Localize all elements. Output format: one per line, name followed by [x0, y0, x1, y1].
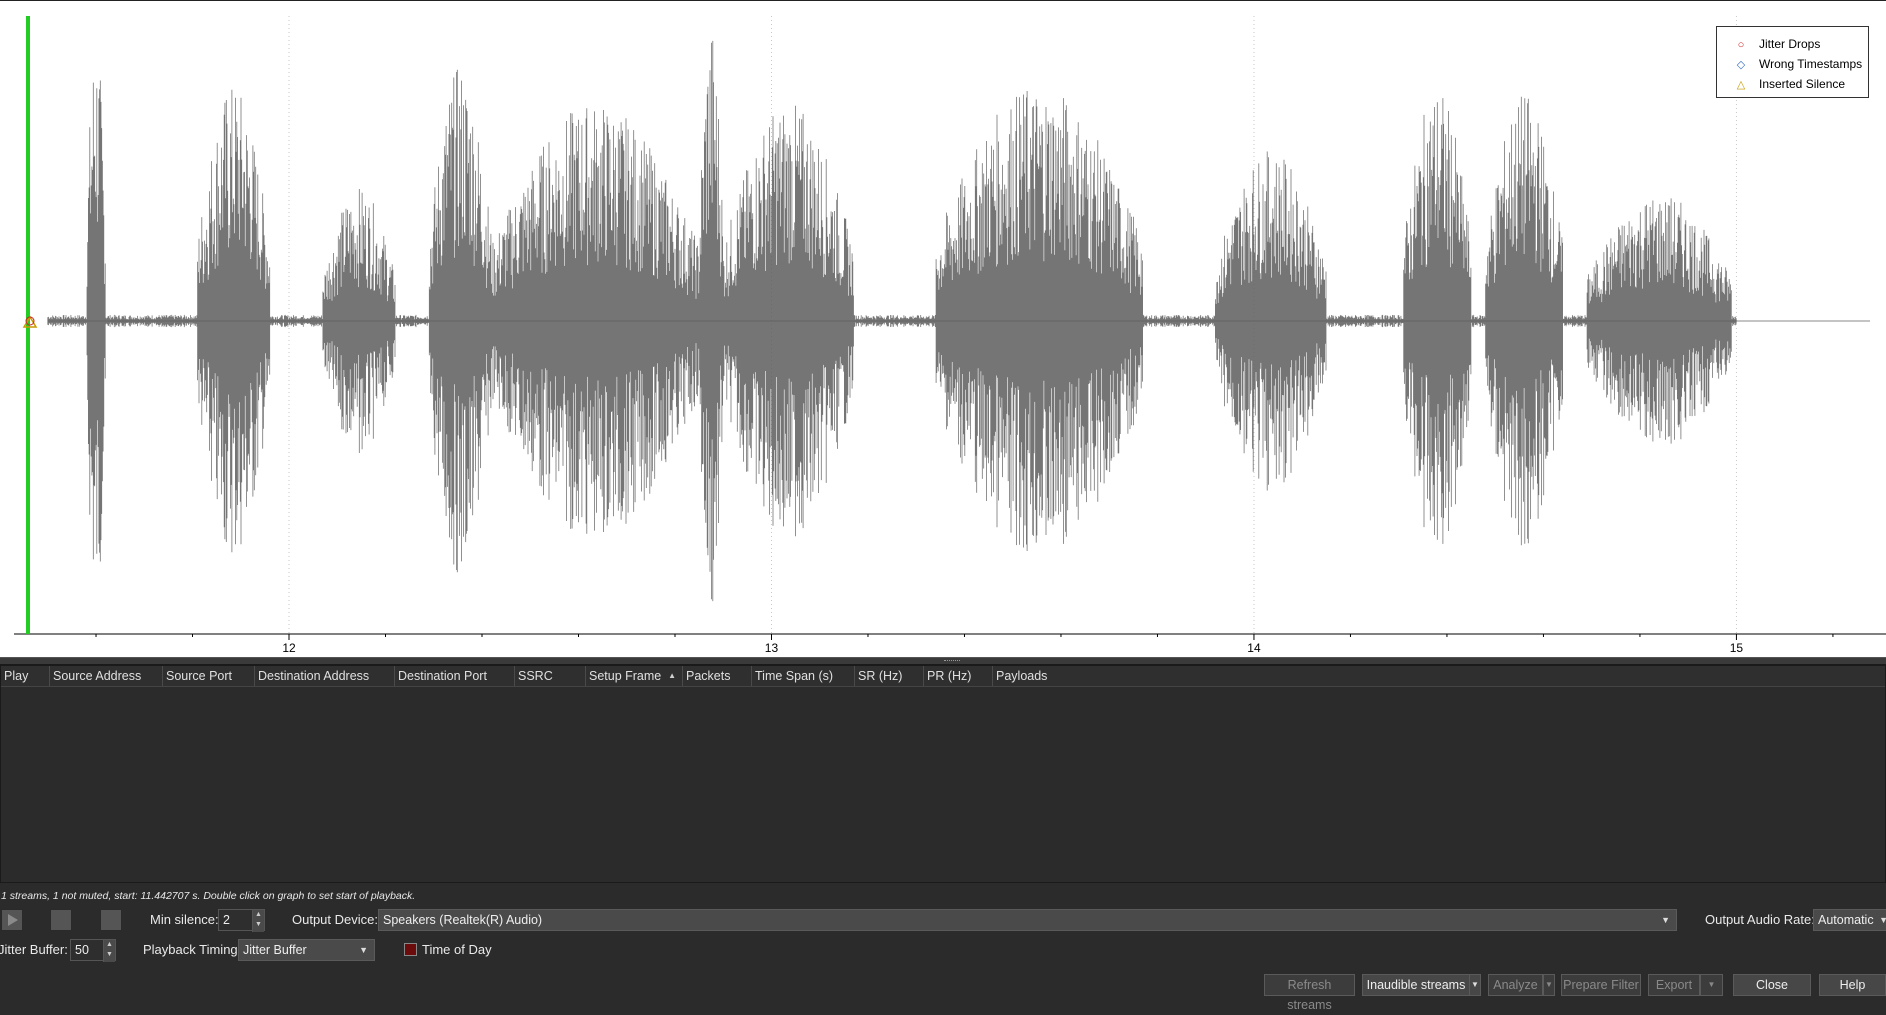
splitter-handle[interactable] — [0, 657, 1886, 665]
column-header-play[interactable]: Play — [1, 666, 50, 686]
play-icon — [8, 914, 18, 926]
min-silence-value: 2 — [223, 913, 230, 927]
min-silence-label: Min silence: — [150, 912, 219, 927]
x-tick-label: 15 — [1730, 641, 1744, 655]
help-button[interactable]: Help — [1819, 974, 1886, 996]
analyze-button[interactable]: Analyze — [1488, 974, 1543, 996]
legend-label: Jitter Drops — [1759, 37, 1821, 51]
timing-controls-row: Jitter Buffer: 50 ▲ ▼ Playback Timing: Ji… — [0, 939, 1886, 967]
column-header-source-address[interactable]: Source Address — [50, 666, 163, 686]
column-header-setup-frame[interactable]: Setup Frame ▲ — [586, 666, 683, 686]
refresh-streams-button[interactable]: Refresh streams — [1264, 974, 1355, 1012]
export-button[interactable]: Export — [1648, 974, 1700, 996]
output-audio-rate-label: Output Audio Rate: — [1705, 912, 1815, 927]
legend-item-inserted-silence: △ Inserted Silence — [1731, 74, 1845, 94]
column-header-label: Setup Frame — [589, 669, 662, 683]
legend-label: Wrong Timestamps — [1759, 57, 1863, 71]
time-of-day-checkbox[interactable] — [404, 943, 417, 956]
waveform-series — [47, 40, 1737, 602]
column-header-time-span[interactable]: Time Span (s) — [752, 666, 855, 686]
time-of-day-label: Time of Day — [422, 942, 492, 957]
min-silence-spinbox[interactable]: 2 ▲ ▼ — [218, 909, 265, 932]
inaudible-streams-button[interactable]: Inaudible streams — [1362, 974, 1470, 996]
x-tick-label: 14 — [1247, 641, 1261, 655]
prepare-filter-button[interactable]: Prepare Filter — [1561, 974, 1641, 996]
pause-button[interactable] — [50, 909, 72, 931]
play-button[interactable] — [1, 909, 23, 931]
jitter-buffer-label: Jitter Buffer: — [0, 942, 68, 957]
status-text: 1 streams, 1 not muted, start: 11.442707… — [1, 890, 416, 902]
output-audio-rate-select[interactable]: Automatic ▼ — [1813, 909, 1886, 931]
x-tick-label: 12 — [282, 641, 296, 655]
column-header-source-port[interactable]: Source Port — [163, 666, 255, 686]
output-device-label: Output Device: — [292, 912, 378, 927]
legend-item-jitter-drops: ○ Jitter Drops — [1731, 34, 1821, 54]
sort-ascending-icon: ▲ — [668, 671, 676, 680]
chevron-down-icon: ▼ — [359, 945, 368, 955]
streams-table[interactable]: Play Source Address Source Port Destinat… — [0, 665, 1886, 883]
triangle-icon: △ — [1736, 79, 1746, 91]
circle-icon: ○ — [1737, 39, 1745, 51]
table-header: Play Source Address Source Port Destinat… — [1, 666, 1885, 687]
waveform-chart[interactable]: 12 13 14 15 — [0, 1, 1886, 658]
playback-controls-row: Min silence: 2 ▲ ▼ Output Device: Speaker… — [0, 908, 1886, 936]
legend: ○ Jitter Drops ◇ Wrong Timestamps △ Inserte… — [1716, 26, 1869, 98]
output-audio-rate-value: Automatic — [1818, 913, 1874, 927]
jitter-buffer-value: 50 — [75, 943, 89, 957]
analyze-menu-arrow[interactable]: ▼ — [1543, 974, 1555, 996]
jitter-buffer-spinbox[interactable]: 50 ▲ ▼ — [70, 939, 116, 962]
close-button[interactable]: Close — [1733, 974, 1811, 996]
output-device-select[interactable]: Speakers (Realtek(R) Audio) ▼ — [378, 909, 1677, 931]
legend-item-wrong-timestamps: ◇ Wrong Timestamps — [1731, 54, 1862, 74]
column-header-pr[interactable]: PR (Hz) — [924, 666, 993, 686]
playback-timing-value: Jitter Buffer — [243, 943, 307, 957]
x-tick-label: 13 — [765, 641, 779, 655]
column-header-packets[interactable]: Packets — [683, 666, 752, 686]
column-header-payloads[interactable]: Payloads — [993, 666, 1885, 686]
output-device-value: Speakers (Realtek(R) Audio) — [383, 913, 543, 927]
playback-timing-select[interactable]: Jitter Buffer ▼ — [238, 939, 375, 961]
spin-arrows-icon[interactable]: ▲ ▼ — [103, 940, 115, 962]
spin-arrows-icon[interactable]: ▲ ▼ — [252, 910, 264, 932]
column-header-destination-port[interactable]: Destination Port — [395, 666, 515, 686]
diamond-icon: ◇ — [1736, 59, 1746, 71]
chevron-down-icon: ▼ — [1661, 915, 1670, 925]
stop-button[interactable] — [100, 909, 122, 931]
playback-timing-label: Playback Timing: — [143, 942, 242, 957]
export-menu-arrow[interactable]: ▼ — [1700, 974, 1723, 996]
grip-icon — [944, 660, 960, 664]
inaudible-streams-menu-arrow[interactable]: ▼ — [1469, 974, 1481, 996]
column-header-ssrc[interactable]: SSRC — [515, 666, 586, 686]
waveform-plot[interactable]: 12 13 14 15 ○ Jitter Drops ◇ Wrong Timestamps… — [0, 0, 1886, 657]
chevron-down-icon: ▼ — [1879, 915, 1886, 925]
action-buttons-row: Refresh streams Inaudible streams ▼ Anal… — [0, 971, 1886, 1012]
column-header-destination-address[interactable]: Destination Address — [255, 666, 395, 686]
legend-label: Inserted Silence — [1759, 77, 1846, 91]
column-header-sr[interactable]: SR (Hz) — [855, 666, 924, 686]
